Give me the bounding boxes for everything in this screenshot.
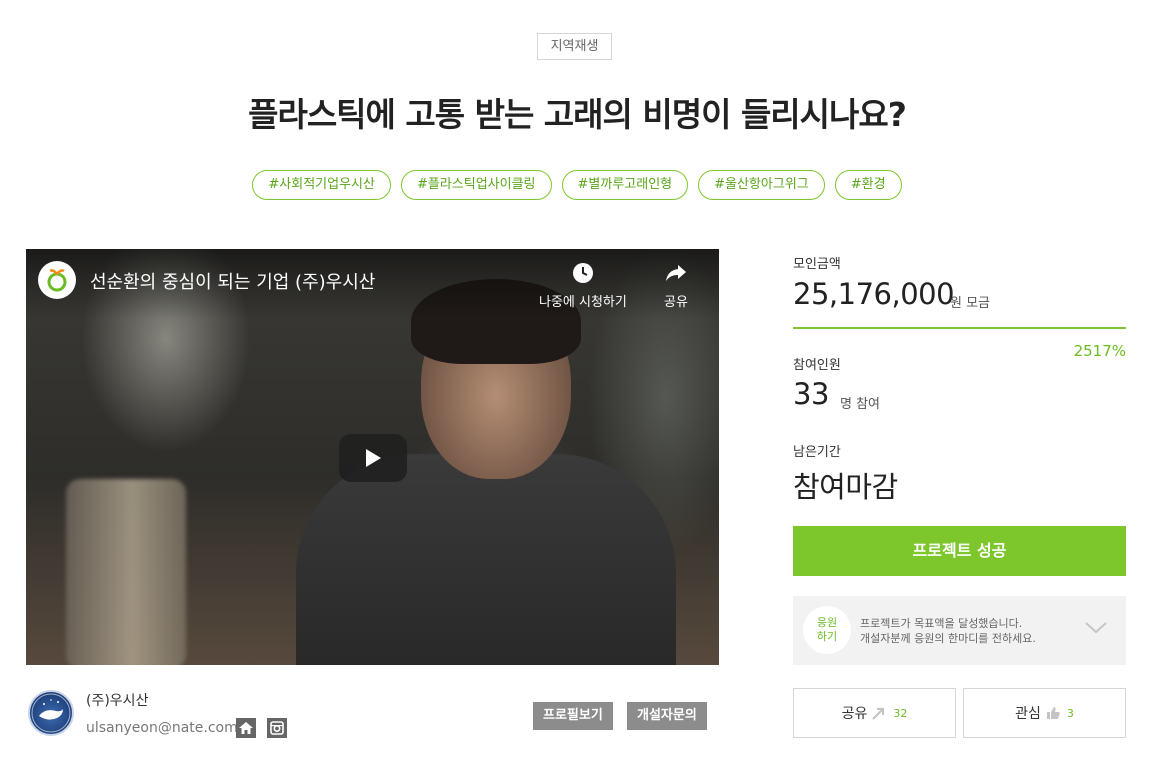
creator-avatar[interactable] bbox=[28, 690, 74, 736]
profile-button[interactable]: 프로필보기 bbox=[533, 702, 613, 730]
video-frame-bottle bbox=[66, 479, 186, 665]
remaining-value: 참여마감 bbox=[793, 470, 898, 504]
contact-creator-button[interactable]: 개설자문의 bbox=[627, 702, 707, 730]
raised-unit: 원 모금 bbox=[950, 296, 991, 311]
cheer-circle-line1: 응원 bbox=[816, 616, 838, 629]
play-icon bbox=[366, 449, 381, 467]
home-icon bbox=[239, 722, 253, 734]
like-button-label: 관심 bbox=[1015, 706, 1041, 722]
chevron-down-icon[interactable] bbox=[1084, 620, 1108, 639]
video-player[interactable]: 선순환의 중심이 되는 기업 (주)우시산 나중에 시청하기 공유 bbox=[26, 249, 719, 665]
tag-item[interactable]: #플라스틱업사이클링 bbox=[400, 170, 552, 200]
cheer-circle-line2: 하기 bbox=[816, 630, 838, 643]
participants-count: 33 bbox=[793, 377, 829, 411]
cheer-text-line1: 프로젝트가 목표액을 달성했습니다. bbox=[860, 617, 1023, 630]
creator-email[interactable]: ulsanyeon@nate.com bbox=[86, 720, 238, 736]
funding-progress-fill bbox=[793, 327, 1126, 329]
raised-amount: 25,176,000 bbox=[793, 277, 955, 311]
cheer-button[interactable]: 응원 하기 bbox=[803, 606, 851, 654]
play-button[interactable] bbox=[339, 434, 407, 482]
like-button[interactable]: 관심 3 bbox=[963, 688, 1126, 738]
project-title: 플라스틱에 고통 받는 고래의 비명이 들리시나요? bbox=[248, 95, 907, 134]
like-count: 3 bbox=[1066, 706, 1074, 720]
tag-item[interactable]: #별까루고래인형 bbox=[561, 170, 689, 200]
participants-unit: 명 참여 bbox=[840, 397, 881, 412]
video-title[interactable]: 선순환의 중심이 되는 기업 (주)우시산 bbox=[90, 268, 375, 294]
video-share-label: 공유 bbox=[664, 295, 688, 310]
share-arrow-icon bbox=[666, 265, 686, 281]
tag-item[interactable]: #울산항아그위그 bbox=[698, 170, 825, 200]
channel-logo-icon[interactable] bbox=[38, 261, 76, 299]
funding-percent: 2517% bbox=[1073, 342, 1126, 360]
tag-item[interactable]: #환경 bbox=[834, 170, 902, 200]
tag-list: #사회적기업우시산 #플라스틱업사이클링 #별까루고래인형 #울산항아그위그 #… bbox=[0, 170, 1154, 200]
clock-icon bbox=[572, 263, 593, 283]
homepage-link-icon[interactable] bbox=[236, 718, 256, 738]
raised-label: 모인금액 bbox=[793, 257, 841, 272]
funding-progress-bar bbox=[793, 327, 1126, 329]
cheer-panel[interactable]: 응원 하기 프로젝트가 목표액을 달성했습니다. 개설자분께 응원의 한마디를 … bbox=[793, 596, 1126, 665]
cheer-text-line2: 개설자분께 응원의 한마디를 전하세요. bbox=[860, 632, 1036, 645]
share-button[interactable]: 공유 32 bbox=[793, 688, 956, 738]
instagram-link-icon[interactable] bbox=[267, 718, 287, 738]
tag-item[interactable]: #사회적기업우시산 bbox=[252, 170, 391, 200]
remaining-label: 남은기간 bbox=[793, 445, 841, 460]
share-icon bbox=[872, 707, 885, 720]
creator-name[interactable]: (주)우시산 bbox=[86, 690, 148, 710]
watch-later-button[interactable]: 나중에 시청하기 bbox=[539, 261, 627, 310]
share-count: 32 bbox=[893, 706, 908, 720]
category-badge: 지역재생 bbox=[537, 33, 612, 60]
video-share-button[interactable]: 공유 bbox=[664, 261, 688, 310]
video-frame-person bbox=[296, 454, 676, 665]
whale-logo-icon bbox=[31, 693, 71, 733]
project-success-button[interactable]: 프로젝트 성공 bbox=[793, 526, 1126, 576]
watch-later-label: 나중에 시청하기 bbox=[539, 295, 627, 310]
thumbs-up-icon bbox=[1046, 707, 1060, 719]
cheer-message: 프로젝트가 목표액을 달성했습니다. 개설자분께 응원의 한마디를 전하세요. bbox=[860, 616, 1036, 646]
participants-label: 참여인원 bbox=[793, 358, 841, 373]
instagram-icon bbox=[270, 721, 284, 735]
share-button-label: 공유 bbox=[841, 706, 868, 722]
